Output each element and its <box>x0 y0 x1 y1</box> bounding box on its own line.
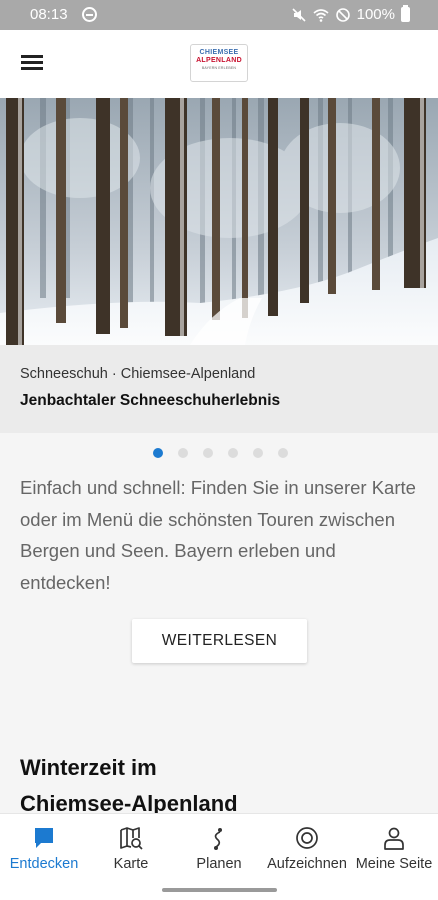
map-search-icon <box>120 827 143 850</box>
intro-text: Einfach und schnell: Finden Sie in unser… <box>20 477 416 593</box>
app-bar: CHIEMSEE ALPENLAND BAYERN ERLEBEN <box>0 30 438 98</box>
blocked-icon <box>335 7 350 22</box>
nav-label-aufzeichnen: Aufzeichnen <box>267 856 347 872</box>
chat-bubble-icon <box>35 828 53 848</box>
carousel-dot-2[interactable] <box>178 448 188 458</box>
status-icons: 100% <box>291 5 410 23</box>
carousel-dot-3[interactable] <box>203 448 213 458</box>
nav-label-meine-seite: Meine Seite <box>355 856 433 872</box>
status-time: 08:13 <box>30 6 68 23</box>
hero-image[interactable] <box>0 98 438 345</box>
person-icon <box>384 827 404 850</box>
carousel-pagination <box>153 448 288 458</box>
logo-subline: BAYERN ERLEBEN <box>201 66 237 70</box>
read-more-button[interactable]: WEITERLESEN <box>132 619 307 663</box>
tour-caption[interactable]: Schneeschuh · Chiemsee-Alpenland Jenbach… <box>0 345 438 433</box>
carousel-dot-6[interactable] <box>278 448 288 458</box>
section-title: Winterzeit im Chiemsee-Alpenland <box>20 750 420 822</box>
logo-line1: CHIEMSEE <box>199 49 239 56</box>
mute-icon <box>292 7 306 22</box>
nav-item-aufzeichnen[interactable]: Aufzeichnen <box>263 814 351 884</box>
route-icon <box>214 828 222 850</box>
carousel-dot-5[interactable] <box>253 448 263 458</box>
nav-label-entdecken: Entdecken <box>9 856 79 872</box>
section-title-line1: Winterzeit im <box>20 755 157 780</box>
carousel-dot-4[interactable] <box>228 448 238 458</box>
nav-label-planen: Planen <box>196 856 242 872</box>
chiemsee-alpenland-logo[interactable]: CHIEMSEE ALPENLAND BAYERN ERLEBEN <box>190 44 248 82</box>
tour-title: Jenbachtaler Schneeschuherlebnis <box>20 392 281 409</box>
do-not-disturb-icon <box>82 7 97 22</box>
home-indicator[interactable] <box>162 888 277 892</box>
nav-item-planen[interactable]: Planen <box>175 814 263 884</box>
carousel-dot-1[interactable] <box>153 448 163 458</box>
wifi-icon <box>313 8 329 22</box>
status-bar: 08:13 100% <box>0 0 438 30</box>
bottom-navigation: Entdecken Karte Planen Aufzeichnen Meine… <box>0 813 438 900</box>
battery-percentage: 100% <box>356 6 395 23</box>
screen: 08:13 100% CHIEMSEE ALPENLAND BAYERN ERL… <box>0 0 438 900</box>
nav-label-karte: Karte <box>113 856 149 872</box>
menu-icon[interactable] <box>20 52 48 76</box>
record-icon <box>296 827 318 849</box>
nav-item-entdecken[interactable]: Entdecken <box>0 814 88 884</box>
nav-item-meine-seite[interactable]: Meine Seite <box>350 814 438 884</box>
tour-category: Schneeschuh · Chiemsee-Alpenland <box>20 366 256 382</box>
logo-line2: ALPENLAND <box>196 57 242 64</box>
battery-icon <box>401 5 410 22</box>
nav-item-karte[interactable]: Karte <box>87 814 175 884</box>
snowy-forest-image <box>0 98 438 345</box>
